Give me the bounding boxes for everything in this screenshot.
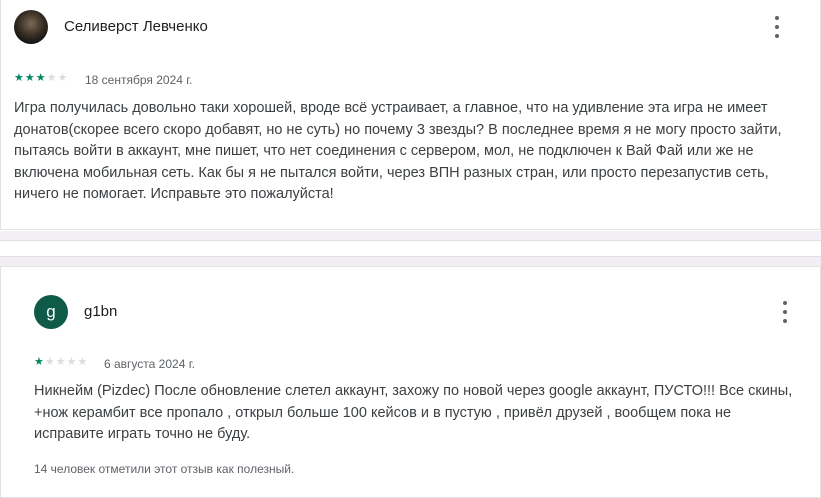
avatar: g bbox=[34, 295, 68, 329]
review-text: Игра получилась довольно таки хорошей, в… bbox=[14, 100, 782, 202]
more-vert-icon[interactable] bbox=[780, 301, 790, 323]
review-author: Селиверст Левченко bbox=[64, 18, 208, 35]
review-card: g g1bn ★★★★★ 6 августа 2024 г. Никнейм (… bbox=[0, 266, 821, 498]
star-icon: ★ bbox=[34, 356, 45, 368]
star-icon: ★ bbox=[14, 72, 25, 84]
review-date: 18 сентября 2024 г. bbox=[85, 73, 193, 87]
review-author: g1bn bbox=[84, 303, 118, 320]
separator bbox=[0, 231, 821, 241]
star-rating: ★★★★★ bbox=[34, 356, 88, 368]
star-icon: ★ bbox=[24, 72, 36, 84]
star-icon: ★ bbox=[57, 72, 69, 84]
helpful-count: 14 человек отметили этот отзыв как полез… bbox=[34, 462, 295, 476]
avatar bbox=[14, 10, 48, 44]
avatar-letter: g bbox=[46, 302, 56, 321]
review-card: Селиверст Левченко ★★★★★ 18 сентября 202… bbox=[0, 0, 821, 230]
star-icon: ★ bbox=[35, 72, 47, 84]
star-icon: ★ bbox=[77, 356, 89, 368]
review-text: Никнейм (Pizdec) После обновление слетел… bbox=[34, 383, 793, 442]
more-vert-icon[interactable] bbox=[772, 16, 782, 38]
review-date: 6 августа 2024 г. bbox=[104, 357, 195, 371]
star-rating: ★★★★★ bbox=[14, 72, 68, 84]
star-icon: ★ bbox=[44, 356, 56, 368]
star-icon: ★ bbox=[55, 356, 67, 368]
star-icon: ★ bbox=[66, 356, 78, 368]
star-icon: ★ bbox=[46, 72, 58, 84]
separator bbox=[0, 256, 821, 266]
